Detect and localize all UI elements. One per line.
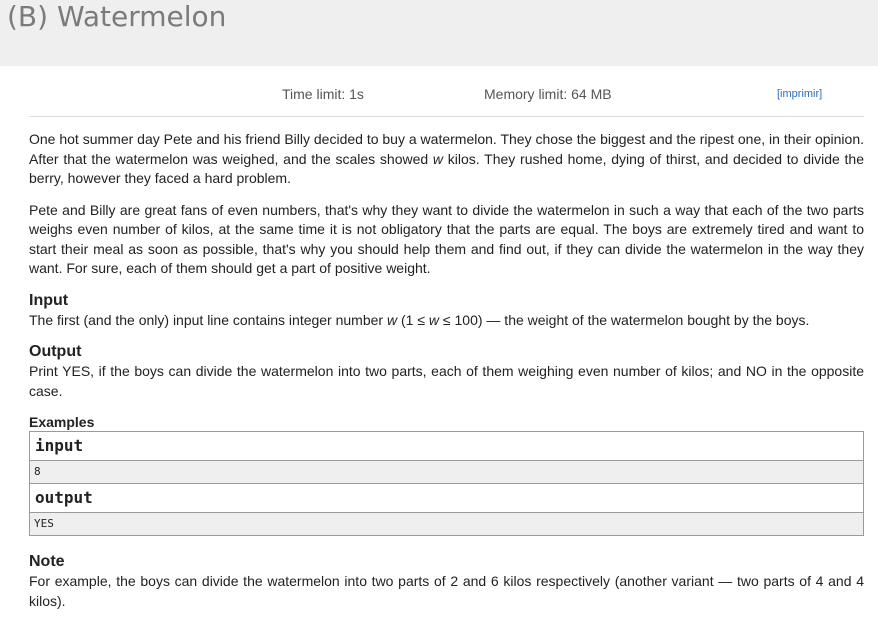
title-bar: (B) Watermelon — [0, 0, 878, 66]
statement-paragraph-2: Pete and Billy are great fans of even nu… — [29, 201, 864, 277]
variable-w: w — [386, 311, 398, 328]
statement-paragraph-1: One hot summer day Pete and his friend B… — [29, 130, 864, 189]
output-title: Output — [29, 343, 82, 360]
example-box: input 8 output YES — [29, 431, 864, 536]
divider — [29, 116, 864, 117]
variable-w: w — [428, 311, 440, 328]
examples-title: Examples — [29, 414, 95, 430]
input-text: ≤ 100) — the weight of the watermelon bo… — [439, 311, 810, 328]
problem-statement: One hot summer day Pete and his friend B… — [29, 130, 864, 623]
print-link[interactable]: [imprimir] — [777, 88, 822, 100]
example-input-value[interactable]: 8 — [30, 461, 863, 483]
output-description: Print YES, if the boys can divide the wa… — [29, 363, 864, 399]
input-title: Input — [29, 291, 69, 309]
example-output-value[interactable]: YES — [30, 513, 863, 535]
variable-w: w — [432, 150, 444, 167]
input-text: (1 ≤ — [397, 311, 429, 328]
note-text: For example, the boys can divide the wat… — [29, 573, 864, 609]
limits-bar: Time limit: 1s Memory limit: 64 MB [impr… — [0, 86, 878, 104]
note-title: Note — [29, 553, 65, 570]
example-input-label: input — [30, 432, 863, 461]
input-text: The first (and the only) input line cont… — [29, 311, 387, 328]
memory-limit: Memory limit: 64 MB — [484, 86, 612, 102]
page-title: (B) Watermelon — [7, 0, 227, 33]
time-limit: Time limit: 1s — [282, 86, 364, 102]
example-output-label: output — [30, 483, 863, 513]
input-description: The first (and the only) input line cont… — [29, 311, 864, 331]
